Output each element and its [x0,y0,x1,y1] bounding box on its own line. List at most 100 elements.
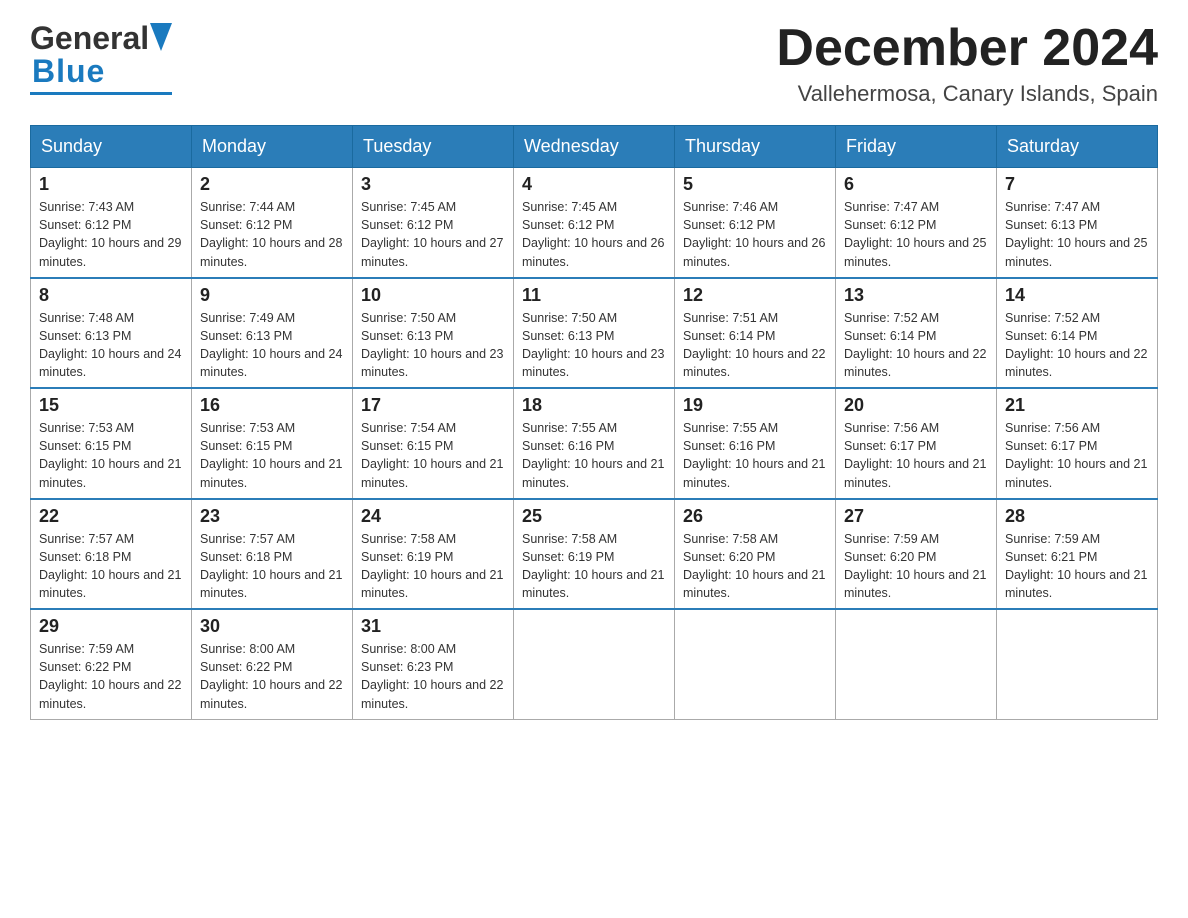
day-number: 11 [522,285,666,306]
calendar-cell: 29 Sunrise: 7:59 AMSunset: 6:22 PMDaylig… [31,609,192,719]
calendar-cell: 31 Sunrise: 8:00 AMSunset: 6:23 PMDaylig… [353,609,514,719]
calendar-cell: 7 Sunrise: 7:47 AMSunset: 6:13 PMDayligh… [997,168,1158,278]
calendar-cell: 15 Sunrise: 7:53 AMSunset: 6:15 PMDaylig… [31,388,192,499]
day-info: Sunrise: 7:44 AMSunset: 6:12 PMDaylight:… [200,200,342,268]
day-info: Sunrise: 8:00 AMSunset: 6:23 PMDaylight:… [361,642,503,710]
day-number: 19 [683,395,827,416]
title-block: December 2024 Vallehermosa, Canary Islan… [776,20,1158,107]
day-info: Sunrise: 8:00 AMSunset: 6:22 PMDaylight:… [200,642,342,710]
calendar-cell [675,609,836,719]
day-header-tuesday: Tuesday [353,126,514,168]
day-number: 30 [200,616,344,637]
week-row-2: 8 Sunrise: 7:48 AMSunset: 6:13 PMDayligh… [31,278,1158,389]
day-info: Sunrise: 7:58 AMSunset: 6:19 PMDaylight:… [361,532,503,600]
day-header-sunday: Sunday [31,126,192,168]
calendar-cell [514,609,675,719]
day-number: 25 [522,506,666,527]
calendar-cell: 24 Sunrise: 7:58 AMSunset: 6:19 PMDaylig… [353,499,514,610]
day-info: Sunrise: 7:52 AMSunset: 6:14 PMDaylight:… [1005,311,1147,379]
day-info: Sunrise: 7:59 AMSunset: 6:22 PMDaylight:… [39,642,181,710]
day-header-saturday: Saturday [997,126,1158,168]
day-number: 17 [361,395,505,416]
day-header-thursday: Thursday [675,126,836,168]
week-row-3: 15 Sunrise: 7:53 AMSunset: 6:15 PMDaylig… [31,388,1158,499]
logo-underline [30,92,172,95]
day-number: 2 [200,174,344,195]
day-info: Sunrise: 7:57 AMSunset: 6:18 PMDaylight:… [39,532,181,600]
day-number: 5 [683,174,827,195]
day-info: Sunrise: 7:53 AMSunset: 6:15 PMDaylight:… [200,421,342,489]
calendar-cell: 21 Sunrise: 7:56 AMSunset: 6:17 PMDaylig… [997,388,1158,499]
calendar-cell: 12 Sunrise: 7:51 AMSunset: 6:14 PMDaylig… [675,278,836,389]
calendar-cell: 5 Sunrise: 7:46 AMSunset: 6:12 PMDayligh… [675,168,836,278]
day-header-friday: Friday [836,126,997,168]
calendar-cell: 2 Sunrise: 7:44 AMSunset: 6:12 PMDayligh… [192,168,353,278]
week-row-5: 29 Sunrise: 7:59 AMSunset: 6:22 PMDaylig… [31,609,1158,719]
day-number: 29 [39,616,183,637]
day-info: Sunrise: 7:45 AMSunset: 6:12 PMDaylight:… [361,200,503,268]
calendar-cell: 6 Sunrise: 7:47 AMSunset: 6:12 PMDayligh… [836,168,997,278]
day-number: 7 [1005,174,1149,195]
day-info: Sunrise: 7:52 AMSunset: 6:14 PMDaylight:… [844,311,986,379]
calendar-cell: 23 Sunrise: 7:57 AMSunset: 6:18 PMDaylig… [192,499,353,610]
month-title: December 2024 [776,20,1158,77]
day-info: Sunrise: 7:57 AMSunset: 6:18 PMDaylight:… [200,532,342,600]
day-info: Sunrise: 7:58 AMSunset: 6:20 PMDaylight:… [683,532,825,600]
day-number: 18 [522,395,666,416]
day-info: Sunrise: 7:50 AMSunset: 6:13 PMDaylight:… [361,311,503,379]
day-info: Sunrise: 7:55 AMSunset: 6:16 PMDaylight:… [522,421,664,489]
calendar-cell: 14 Sunrise: 7:52 AMSunset: 6:14 PMDaylig… [997,278,1158,389]
day-info: Sunrise: 7:47 AMSunset: 6:13 PMDaylight:… [1005,200,1147,268]
day-info: Sunrise: 7:49 AMSunset: 6:13 PMDaylight:… [200,311,342,379]
day-info: Sunrise: 7:55 AMSunset: 6:16 PMDaylight:… [683,421,825,489]
calendar-cell: 10 Sunrise: 7:50 AMSunset: 6:13 PMDaylig… [353,278,514,389]
calendar-cell: 18 Sunrise: 7:55 AMSunset: 6:16 PMDaylig… [514,388,675,499]
day-number: 4 [522,174,666,195]
page-header: General Blue December 2024 Vallehermosa,… [30,20,1158,107]
day-number: 26 [683,506,827,527]
week-row-1: 1 Sunrise: 7:43 AMSunset: 6:12 PMDayligh… [31,168,1158,278]
day-info: Sunrise: 7:54 AMSunset: 6:15 PMDaylight:… [361,421,503,489]
day-header-row: SundayMondayTuesdayWednesdayThursdayFrid… [31,126,1158,168]
calendar-cell: 1 Sunrise: 7:43 AMSunset: 6:12 PMDayligh… [31,168,192,278]
calendar-table: SundayMondayTuesdayWednesdayThursdayFrid… [30,125,1158,720]
calendar-cell: 16 Sunrise: 7:53 AMSunset: 6:15 PMDaylig… [192,388,353,499]
day-header-wednesday: Wednesday [514,126,675,168]
calendar-cell: 28 Sunrise: 7:59 AMSunset: 6:21 PMDaylig… [997,499,1158,610]
day-info: Sunrise: 7:43 AMSunset: 6:12 PMDaylight:… [39,200,181,268]
day-info: Sunrise: 7:56 AMSunset: 6:17 PMDaylight:… [844,421,986,489]
day-number: 24 [361,506,505,527]
calendar-cell [997,609,1158,719]
day-number: 20 [844,395,988,416]
day-info: Sunrise: 7:56 AMSunset: 6:17 PMDaylight:… [1005,421,1147,489]
day-number: 21 [1005,395,1149,416]
calendar-cell: 22 Sunrise: 7:57 AMSunset: 6:18 PMDaylig… [31,499,192,610]
day-info: Sunrise: 7:46 AMSunset: 6:12 PMDaylight:… [683,200,825,268]
day-number: 31 [361,616,505,637]
day-number: 22 [39,506,183,527]
calendar-cell: 8 Sunrise: 7:48 AMSunset: 6:13 PMDayligh… [31,278,192,389]
day-number: 16 [200,395,344,416]
location-text: Vallehermosa, Canary Islands, Spain [776,81,1158,107]
day-number: 10 [361,285,505,306]
day-info: Sunrise: 7:48 AMSunset: 6:13 PMDaylight:… [39,311,181,379]
calendar-cell: 20 Sunrise: 7:56 AMSunset: 6:17 PMDaylig… [836,388,997,499]
logo-triangle-icon [150,23,172,51]
logo: General Blue [30,20,172,95]
day-info: Sunrise: 7:58 AMSunset: 6:19 PMDaylight:… [522,532,664,600]
calendar-cell: 4 Sunrise: 7:45 AMSunset: 6:12 PMDayligh… [514,168,675,278]
day-number: 15 [39,395,183,416]
day-number: 9 [200,285,344,306]
day-number: 6 [844,174,988,195]
day-number: 27 [844,506,988,527]
logo-general-text: General [30,20,149,57]
calendar-cell: 26 Sunrise: 7:58 AMSunset: 6:20 PMDaylig… [675,499,836,610]
calendar-cell: 30 Sunrise: 8:00 AMSunset: 6:22 PMDaylig… [192,609,353,719]
day-number: 28 [1005,506,1149,527]
calendar-cell: 25 Sunrise: 7:58 AMSunset: 6:19 PMDaylig… [514,499,675,610]
day-number: 3 [361,174,505,195]
day-info: Sunrise: 7:59 AMSunset: 6:20 PMDaylight:… [844,532,986,600]
logo-blue-text: Blue [32,53,105,89]
calendar-cell: 27 Sunrise: 7:59 AMSunset: 6:20 PMDaylig… [836,499,997,610]
day-header-monday: Monday [192,126,353,168]
